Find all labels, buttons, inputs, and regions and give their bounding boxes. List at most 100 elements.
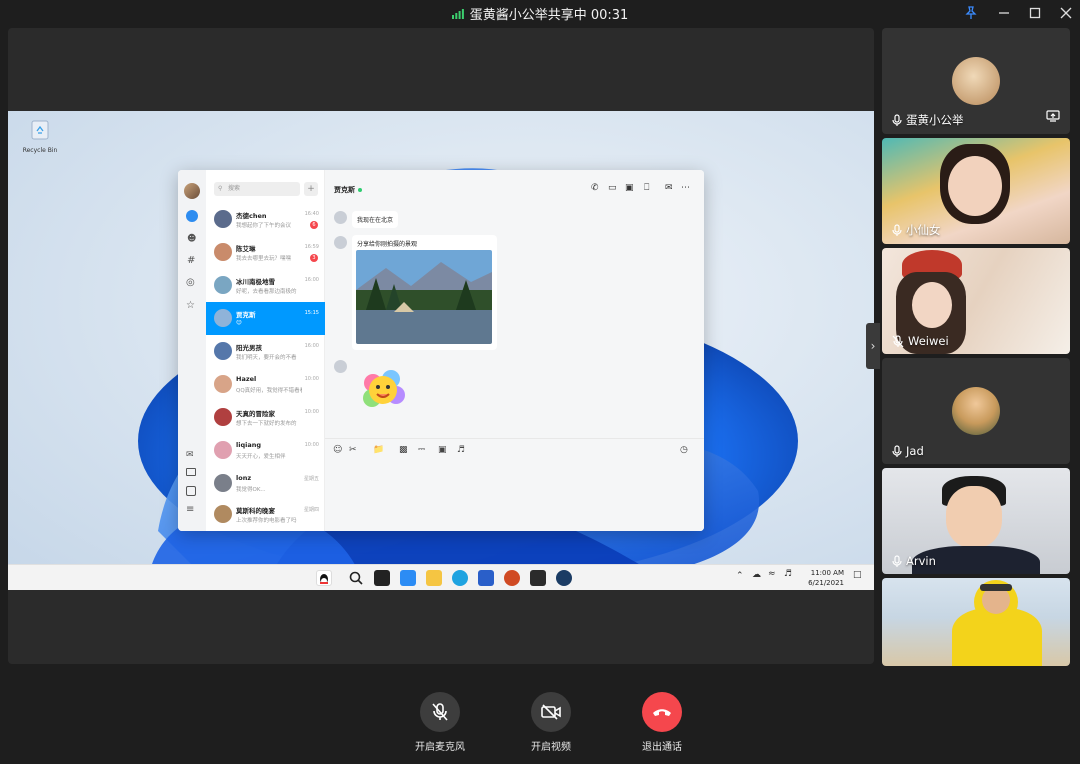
participant-video-tile[interactable]: Arvin (882, 468, 1070, 574)
conversation-name: 冰川南极地雪 (236, 278, 275, 286)
conversation-item[interactable]: 陈艾琳 我去去哪里去玩？嘿嘿 16:59 3 (206, 236, 325, 269)
conversation-time: 15:15 (304, 310, 319, 316)
conversation-item[interactable]: 冰川南极地雪 好呢，去看看那边南极的 16:00 (206, 269, 325, 302)
messages-icon[interactable] (186, 210, 198, 222)
participant-caption: 蛋黄小公举 (892, 112, 964, 128)
conversation-item[interactable]: 阳光男孩 我们明天，要开会的不看 16:00 (206, 335, 325, 368)
favorite-icon[interactable]: ☆ (186, 300, 195, 311)
video-toggle-button[interactable] (531, 692, 571, 732)
avatar (952, 387, 1000, 435)
participant-video-tile[interactable] (882, 578, 1070, 666)
participant-name: Arvin (906, 554, 936, 568)
chat-contact: 贾克斯 (334, 185, 362, 195)
mail-icon[interactable]: ✉ (186, 450, 194, 460)
maximize-icon[interactable] (1024, 3, 1046, 23)
participant-tile[interactable]: 蛋黄小公举 (882, 28, 1070, 134)
close-icon[interactable] (1055, 3, 1077, 23)
search-taskbar-icon[interactable] (348, 570, 364, 586)
participant-caption: 小仙女 (892, 222, 941, 238)
conversation-item[interactable]: 天真的冒险家 想下去一下就好的发布的 10:00 (206, 401, 325, 434)
video-call-icon[interactable]: ▭ (608, 183, 617, 193)
message-icon[interactable]: ✉ (665, 183, 673, 193)
participant-tile[interactable]: Jad (882, 358, 1070, 464)
mic-control-label: 开启麦克风 (415, 742, 465, 753)
avatar (214, 441, 232, 459)
folder-icon[interactable] (186, 468, 196, 476)
remote-control-icon[interactable]: ⎕ (644, 183, 649, 193)
mic-icon (892, 223, 902, 236)
landscape-photo[interactable] (356, 250, 492, 344)
hangup-button[interactable] (642, 692, 682, 732)
phone-icon[interactable]: ✆ (591, 183, 599, 193)
menu-icon[interactable]: ≡ (186, 504, 194, 515)
channel-icon[interactable]: # (187, 255, 195, 266)
file-explorer-icon[interactable] (426, 570, 442, 586)
more-icon[interactable]: ⋯ (681, 183, 690, 193)
conversation-item-selected[interactable]: 贾克斯 😊 15:15 (206, 302, 325, 335)
word-icon[interactable] (478, 570, 494, 586)
conversation-name: liqiang (236, 441, 262, 449)
participant-caption: Jad (892, 444, 924, 458)
folder-icon[interactable]: 📁 (373, 445, 384, 455)
cloud-icon[interactable]: ☁ (752, 570, 761, 580)
conversation-item[interactable]: lonz 我觉得OK... 星期五 (206, 467, 325, 500)
conversation-preview: QQ真好用，我觉得不错看看 (236, 388, 302, 394)
conversation-time: 16:00 (304, 277, 319, 283)
conversation-item[interactable]: Hazel QQ真好用，我觉得不错看看 10:00 (206, 368, 325, 401)
voice-icon[interactable]: ♬ (457, 445, 465, 455)
pin-icon[interactable] (960, 3, 982, 23)
conversation-preview: 想下去一下就好的发布的 (236, 421, 297, 427)
mic-icon (892, 554, 902, 567)
chevron-up-icon[interactable]: ⌃ (736, 571, 744, 581)
avatar (214, 375, 232, 393)
recycle-bin[interactable]: Recycle Bin (18, 119, 62, 154)
conversation-preview: 我想起你了下午的会议 (236, 223, 292, 229)
gift-icon[interactable]: ▣ (438, 445, 447, 455)
participant-caption: Arvin (892, 554, 936, 568)
widgets-icon[interactable] (400, 570, 416, 586)
add-button[interactable]: + (304, 182, 318, 196)
participant-video-tile[interactable]: Weiwei (882, 248, 1070, 354)
search-input[interactable]: ⚲ 搜索 (214, 182, 300, 196)
conversation-preview: 上次推荐你的电影看了吗 (236, 518, 297, 524)
conversation-preview: 😊 (236, 320, 242, 326)
avatar (214, 408, 232, 426)
conversation-preview: 我去去哪里去玩？嘿嘿 (236, 256, 292, 262)
powerpoint-icon[interactable] (504, 570, 520, 586)
mic-toggle-button[interactable] (420, 692, 460, 732)
avatar (952, 57, 1000, 105)
conversation-item[interactable]: liqiang 天天开心，爱生相伴 10:00 (206, 434, 325, 467)
conversation-item[interactable]: 莫斯科的晚宴 上次推荐你的电影看了吗 星期四 (206, 498, 325, 531)
emoji-icon[interactable]: ☺ (333, 445, 342, 455)
self-avatar[interactable] (184, 183, 200, 199)
steam-icon[interactable] (556, 570, 572, 586)
volume-icon[interactable]: ♬ (784, 569, 792, 579)
screen-share-icon[interactable]: ▣ (625, 183, 634, 193)
minimize-icon[interactable] (993, 3, 1015, 23)
conversation-item[interactable]: 杰德chen 我想起你了下午的会议 16:40 6 (206, 203, 325, 236)
avatar (214, 342, 232, 360)
edge-icon[interactable] (452, 570, 468, 586)
scissors-icon[interactable]: ✂ (349, 445, 357, 455)
hangup-control[interactable]: 退出通话 (622, 692, 702, 753)
recycle-bin-icon (31, 120, 49, 140)
wifi-icon[interactable]: ≈ (768, 569, 776, 579)
contact-card-icon[interactable] (186, 486, 196, 496)
collapse-sidebar-button[interactable]: › (866, 323, 880, 369)
contacts-icon[interactable]: ☻ (187, 234, 196, 244)
mic-control[interactable]: 开启麦克风 (400, 692, 480, 753)
store-icon[interactable] (530, 570, 546, 586)
task-view-icon[interactable] (374, 570, 390, 586)
space-icon[interactable]: ◎ (186, 277, 195, 288)
taskbar-clock[interactable]: 11:00 AM 6/21/2021 (808, 568, 844, 588)
notification-icon[interactable]: □ (853, 570, 862, 580)
participant-video-tile[interactable]: 小仙女 (882, 138, 1070, 244)
conversation-name: 天真的冒险家 (236, 410, 275, 418)
video-control[interactable]: 开启视频 (511, 692, 591, 753)
history-icon[interactable]: ◷ (680, 445, 688, 455)
video-face (948, 156, 1002, 216)
shake-icon[interactable]: ⎓ (418, 445, 425, 455)
qq-taskbar-icon[interactable] (316, 570, 332, 586)
message-composer[interactable]: ☺ ✂ 📁 ▩ ⎓ ▣ ♬ ◷ (325, 438, 704, 531)
image-icon[interactable]: ▩ (399, 445, 408, 455)
